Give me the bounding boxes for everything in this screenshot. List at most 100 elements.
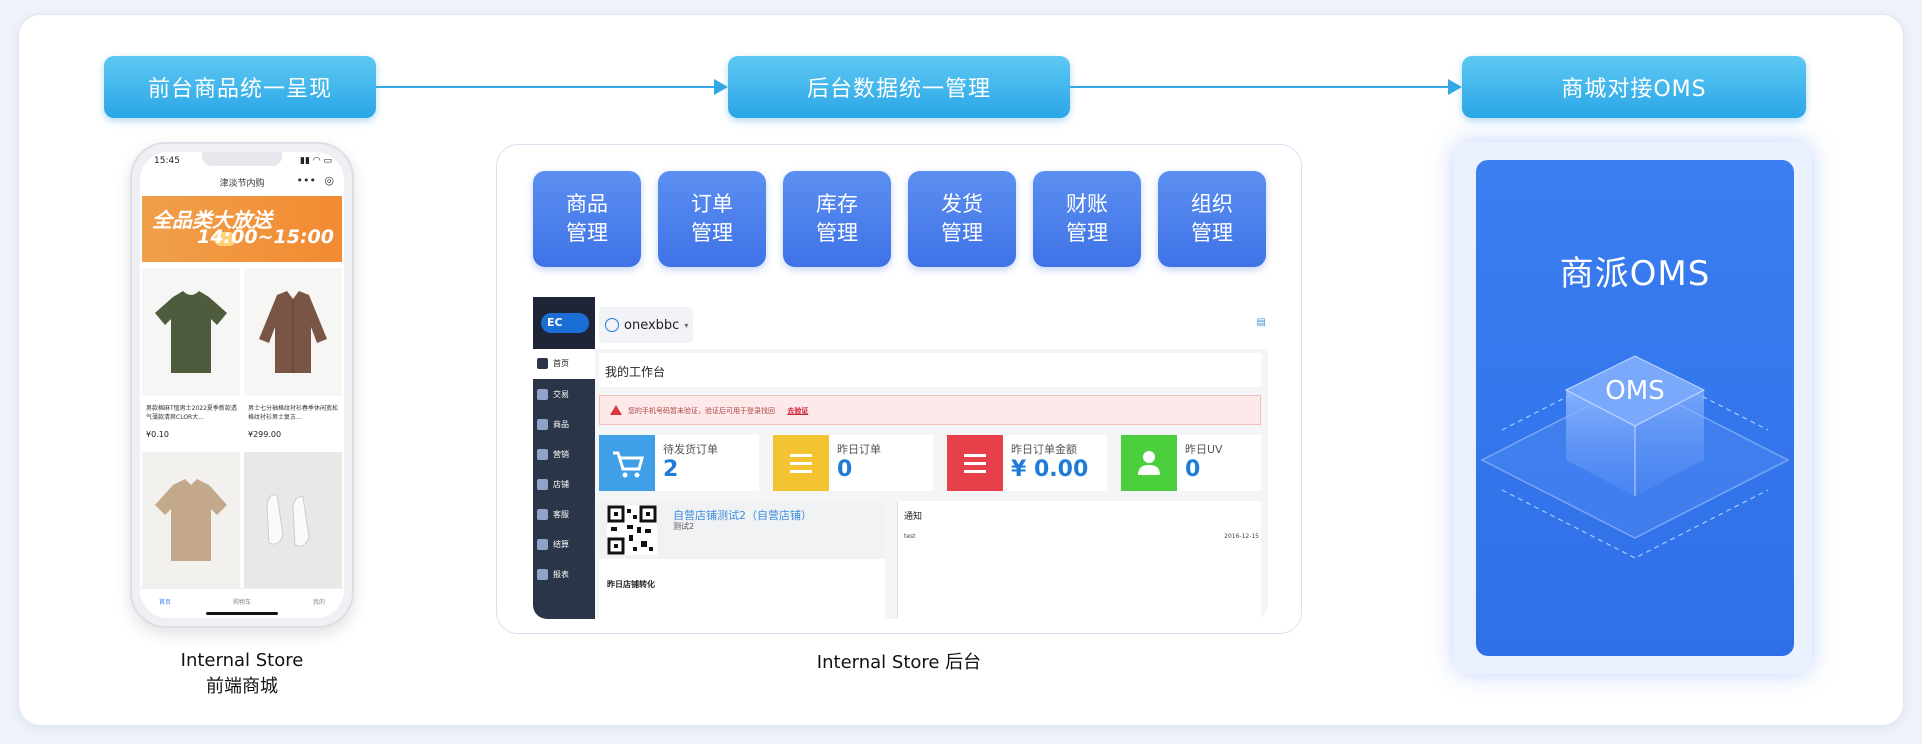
product-image — [244, 452, 342, 588]
stat-label: 待发货订单 — [663, 443, 718, 456]
product-price: ¥0.10 — [146, 430, 169, 439]
username: onexbbc — [624, 317, 680, 333]
cart-icon — [599, 435, 655, 491]
more-icon[interactable]: ••• — [297, 174, 316, 187]
oms-cube-graphic — [1480, 355, 1790, 559]
module-finance[interactable]: 财账 管理 — [1033, 171, 1141, 267]
admin-logo: EC — [541, 313, 589, 333]
tab-cart[interactable]: 购物车 — [227, 597, 257, 606]
backend-card: 商品 管理 订单 管理 库存 管理 发货 管理 财账 管理 组织 管理 EC 首… — [496, 144, 1302, 634]
stage-backend: 后台数据统一管理 — [728, 56, 1070, 118]
stat-yesterday-orders[interactable]: 昨日订单 0 — [773, 435, 933, 491]
grid-icon — [537, 449, 548, 460]
goods-icon — [537, 419, 548, 430]
tshirt-image — [155, 291, 227, 373]
stat-value: 0 — [1185, 457, 1201, 482]
module-product[interactable]: 商品 管理 — [533, 171, 641, 267]
stat-pending-shipment[interactable]: 待发货订单 2 — [599, 435, 759, 491]
frontend-caption-line1: Internal Store — [180, 650, 304, 671]
flow-arrow-2-head — [1448, 79, 1462, 95]
admin-topbar: onexbbc ▾ ▤ — [595, 297, 1268, 349]
nav-label: 首页 — [553, 359, 569, 368]
window-icon[interactable]: ▤ — [1257, 317, 1266, 328]
close-icon[interactable]: ◎ — [324, 174, 334, 187]
qr-code-icon[interactable] — [607, 505, 657, 555]
oms-cube-label: OMS — [1605, 376, 1665, 406]
list-icon — [947, 435, 1003, 491]
phone-screen: 15:45 ▮▮ ◠ ▭ 津淡节内购 ••• ◎ 全品类大放送 14:00~15… — [140, 152, 344, 618]
nav-item-store[interactable]: 店铺 — [537, 479, 569, 490]
notice-title: 通知 — [904, 512, 923, 522]
notice-date: 2016-12-15 — [1224, 533, 1259, 540]
nav-item-marketing[interactable]: 营销 — [537, 449, 569, 460]
product-desc: 男士七分袖格纹衬衫春季休闲宽松格纹衬衫男士复古... — [248, 405, 339, 421]
module-organization[interactable]: 组织 管理 — [1158, 171, 1266, 267]
product-card[interactable] — [142, 452, 240, 588]
product-price: ¥299.00 — [248, 430, 282, 439]
product-image — [142, 452, 240, 588]
home-icon — [537, 358, 548, 369]
shop-sub: 测试2 — [673, 522, 695, 531]
nav-label: 报表 — [553, 570, 569, 579]
stat-label: 昨日订单金额 — [1011, 443, 1077, 456]
home-indicator — [206, 612, 278, 615]
settle-icon — [537, 539, 548, 550]
stat-yesterday-amount[interactable]: 昨日订单金额 ¥ 0.00 — [947, 435, 1107, 491]
nav-item-report[interactable]: 报表 — [537, 569, 569, 580]
stat-yesterday-uv[interactable]: 昨日UV 0 — [1121, 435, 1261, 491]
nav-label: 交易 — [553, 390, 569, 399]
phone-notch — [202, 152, 282, 166]
headset-icon — [537, 509, 548, 520]
nav-label: 营销 — [553, 450, 569, 459]
stage-frontend: 前台商品统一呈现 — [104, 56, 376, 118]
admin-screenshot: EC 首页 交易 商品 营销 店铺 客服 结算 报表 onexbbc ▾ ▤ 我… — [533, 297, 1268, 619]
nav-label: 店铺 — [553, 480, 569, 489]
module-shipping[interactable]: 发货 管理 — [908, 171, 1016, 267]
stat-label: 昨日UV — [1185, 443, 1223, 456]
frontend-caption: Internal Store 前端商城 — [130, 648, 354, 700]
product-image — [142, 268, 240, 396]
shop-header: 自营店铺测试2（自营店铺） 测试2 — [599, 501, 885, 559]
verify-alert: 您的手机号码暂未验证，验证后可用于登录找回 去验证 — [599, 395, 1261, 425]
nav-label: 商品 — [553, 420, 569, 429]
nav-item-home[interactable]: 首页 — [537, 358, 569, 369]
product-card[interactable] — [244, 452, 342, 588]
flow-arrow-2 — [1070, 86, 1448, 88]
nav-item-service[interactable]: 客服 — [537, 509, 569, 520]
flow-arrow-1-head — [714, 79, 728, 95]
stage-oms: 商城对接OMS — [1462, 56, 1806, 118]
store-icon — [537, 479, 548, 490]
shirt-image — [259, 291, 327, 373]
nav-label: 客服 — [553, 510, 569, 519]
product-card[interactable]: 男士七分袖格纹衬衫春季休闲宽松格纹衬衫男士复古... ¥299.00 — [244, 268, 342, 448]
warning-icon — [610, 405, 622, 415]
user-icon — [605, 318, 619, 332]
verify-link[interactable]: 去验证 — [787, 407, 808, 415]
product-image — [244, 268, 342, 396]
tab-me[interactable]: 我的 — [304, 597, 334, 606]
module-inventory[interactable]: 库存 管理 — [783, 171, 891, 267]
chevron-down-icon: ▾ — [684, 320, 689, 330]
promo-banner[interactable]: 全品类大放送 14:00~15:00 — [142, 196, 342, 262]
product-card[interactable]: 男款棉麻T恤男士2022夏季新款透气薄款清爽CLOR大... ¥0.10 — [142, 268, 240, 448]
oms-panel: 商派OMS OMS — [1476, 160, 1794, 656]
user-menu[interactable]: onexbbc ▾ — [599, 307, 693, 343]
nav-item-settlement[interactable]: 结算 — [537, 539, 569, 550]
notice-panel: 通知 test 2016-12-15 — [897, 501, 1261, 619]
module-order[interactable]: 订单 管理 — [658, 171, 766, 267]
nav-item-goods[interactable]: 商品 — [537, 419, 569, 430]
heart-icon — [537, 389, 548, 400]
notice-row[interactable]: test — [904, 533, 916, 540]
banner-time: 14:00~15:00 — [197, 226, 334, 248]
status-time: 15:45 — [154, 156, 180, 166]
shop-panel: 自营店铺测试2（自营店铺） 测试2 昨日店铺转化 — [599, 501, 885, 619]
phone-mockup: 15:45 ▮▮ ◠ ▭ 津淡节内购 ••• ◎ 全品类大放送 14:00~15… — [130, 142, 354, 628]
alert-text: 您的手机号码暂未验证，验证后可用于登录找回 — [628, 407, 775, 415]
tab-home[interactable]: 首页 — [150, 597, 180, 606]
workbench-title: 我的工作台 — [599, 353, 1261, 387]
stat-label: 昨日订单 — [837, 443, 881, 456]
admin-content: 我的工作台 您的手机号码暂未验证，验证后可用于登录找回 去验证 待发货订单 2 … — [595, 349, 1268, 619]
flow-arrow-1 — [376, 86, 714, 88]
nav-item-trade[interactable]: 交易 — [537, 389, 569, 400]
shop-conversion-title: 昨日店铺转化 — [607, 580, 655, 589]
